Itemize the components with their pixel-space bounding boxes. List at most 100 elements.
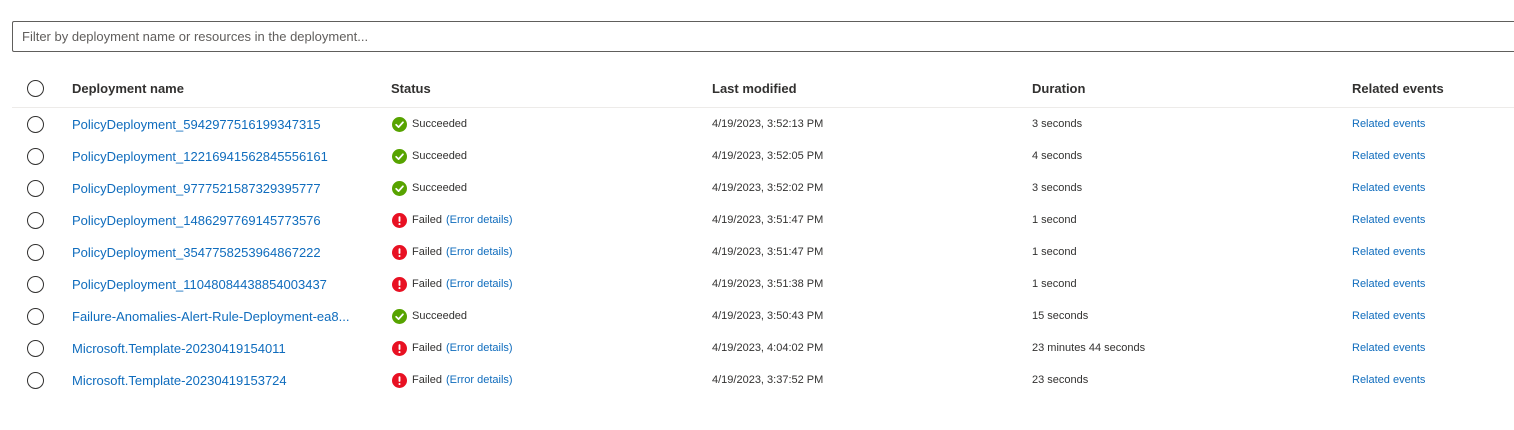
exclamation-circle-icon: [392, 372, 407, 388]
row-select-radio[interactable]: [27, 115, 44, 133]
deployment-name-link[interactable]: PolicyDeployment_9777521587329395777: [72, 181, 321, 196]
status-badge: Succeeded: [391, 180, 468, 196]
status-text: Succeeded: [412, 310, 468, 322]
table-row: Failure-Anomalies-Alert-Rule-Deployment-…: [12, 300, 1514, 332]
related-events-cell: Related events: [1352, 140, 1512, 172]
checkmark-circle-icon: [392, 308, 407, 324]
last-modified-cell: 4/19/2023, 3:37:52 PM: [712, 374, 824, 386]
column-header-deployment-name[interactable]: Deployment name: [72, 70, 372, 107]
row-select-radio[interactable]: [27, 243, 44, 261]
related-events-cell: Related events: [1352, 268, 1512, 300]
status-cell: Succeeded: [391, 108, 691, 140]
status-badge: Failed (Error details): [391, 276, 513, 292]
column-header-duration[interactable]: Duration: [1032, 70, 1332, 107]
table-row: PolicyDeployment_3547758253964867222 Fail…: [12, 236, 1514, 268]
last-modified-cell: 4/19/2023, 3:51:38 PM: [712, 278, 824, 290]
status-badge: Failed (Error details): [391, 372, 513, 388]
select-cell: [27, 300, 47, 332]
deployments-table: Deployment name Status Last modified Dur…: [12, 70, 1514, 396]
related-events-link[interactable]: Related events: [1352, 150, 1425, 162]
related-events-link[interactable]: Related events: [1352, 278, 1425, 290]
table-row: PolicyDeployment_1486297769145773576 Fail…: [12, 204, 1514, 236]
deployment-name-link[interactable]: PolicyDeployment_12216941562845556161: [72, 149, 328, 164]
row-select-radio[interactable]: [27, 307, 44, 325]
select-all-radio[interactable]: [27, 80, 44, 97]
row-select-radio[interactable]: [27, 275, 44, 293]
last-modified-cell: 4/19/2023, 3:51:47 PM: [712, 214, 824, 226]
status-badge: Failed (Error details): [391, 244, 513, 260]
column-header-status[interactable]: Status: [391, 70, 691, 107]
related-events-cell: Related events: [1352, 204, 1512, 236]
duration-cell: 1 second: [1032, 278, 1077, 290]
duration-cell: 23 minutes 44 seconds: [1032, 342, 1146, 354]
error-details-link[interactable]: (Error details): [446, 342, 513, 354]
column-header-last-modified[interactable]: Last modified: [712, 70, 1012, 107]
related-events-cell: Related events: [1352, 108, 1512, 140]
status-text: Succeeded: [412, 182, 468, 194]
deployment-name-link[interactable]: PolicyDeployment_5942977516199347315: [72, 117, 321, 132]
related-events-link[interactable]: Related events: [1352, 310, 1425, 322]
status-badge: Failed (Error details): [391, 340, 513, 356]
last-modified-cell: 4/19/2023, 3:52:13 PM: [712, 118, 824, 130]
select-cell: [27, 268, 47, 300]
select-cell: [27, 236, 47, 268]
row-select-radio[interactable]: [27, 179, 44, 197]
row-select-radio[interactable]: [27, 371, 44, 389]
table-body: PolicyDeployment_5942977516199347315 Succ…: [12, 108, 1514, 396]
related-events-link[interactable]: Related events: [1352, 182, 1425, 194]
deployment-name-link[interactable]: Failure-Anomalies-Alert-Rule-Deployment-…: [72, 309, 349, 324]
table-row: Microsoft.Template-20230419154011 Failed (…: [12, 332, 1514, 364]
select-cell: [27, 172, 47, 204]
related-events-link[interactable]: Related events: [1352, 246, 1425, 258]
status-cell: Succeeded: [391, 140, 691, 172]
error-details-link[interactable]: (Error details): [446, 246, 513, 258]
deployment-name-link[interactable]: PolicyDeployment_1486297769145773576: [72, 213, 321, 228]
row-select-radio[interactable]: [27, 211, 44, 229]
duration-cell: 15 seconds: [1032, 310, 1089, 322]
table-row: PolicyDeployment_11048084438854003437 Fai…: [12, 268, 1514, 300]
deployment-name-cell: PolicyDeployment_3547758253964867222: [72, 236, 372, 268]
duration-cell: 1 second: [1032, 246, 1077, 258]
status-badge: Succeeded: [391, 308, 468, 324]
status-cell: Failed (Error details): [391, 268, 691, 300]
duration-cell: 3 seconds: [1032, 182, 1083, 194]
table-row: PolicyDeployment_9777521587329395777 Succ…: [12, 172, 1514, 204]
last-modified-cell: 4/19/2023, 3:51:47 PM: [712, 246, 824, 258]
cut-off-top-text: [0, 0, 1514, 6]
deployment-name-cell: PolicyDeployment_11048084438854003437: [72, 268, 372, 300]
table-row: PolicyDeployment_5942977516199347315 Succ…: [12, 108, 1514, 140]
status-cell: Succeeded: [391, 172, 691, 204]
related-events-link[interactable]: Related events: [1352, 118, 1425, 130]
table-row: PolicyDeployment_12216941562845556161 Suc…: [12, 140, 1514, 172]
related-events-link[interactable]: Related events: [1352, 374, 1425, 386]
related-events-cell: Related events: [1352, 236, 1512, 268]
related-events-link[interactable]: Related events: [1352, 214, 1425, 226]
status-cell: Failed (Error details): [391, 204, 691, 236]
duration-cell: 1 second: [1032, 214, 1077, 226]
deployment-name-link[interactable]: PolicyDeployment_3547758253964867222: [72, 245, 321, 260]
column-header-related-events[interactable]: Related events: [1352, 70, 1512, 107]
deployment-name-link[interactable]: Microsoft.Template-20230419153724: [72, 373, 287, 388]
status-badge: Succeeded: [391, 116, 468, 132]
table-header-row: Deployment name Status Last modified Dur…: [12, 70, 1514, 108]
status-cell: Failed (Error details): [391, 236, 691, 268]
last-modified-cell: 4/19/2023, 3:52:02 PM: [712, 182, 824, 194]
deployment-name-cell: Microsoft.Template-20230419154011: [72, 332, 372, 364]
deployment-name-link[interactable]: PolicyDeployment_11048084438854003437: [72, 277, 327, 292]
deployment-name-link[interactable]: Microsoft.Template-20230419154011: [72, 341, 286, 356]
last-modified-cell: 4/19/2023, 3:52:05 PM: [712, 150, 824, 162]
error-details-link[interactable]: (Error details): [446, 374, 513, 386]
related-events-link[interactable]: Related events: [1352, 342, 1425, 354]
status-badge: Failed (Error details): [391, 212, 513, 228]
status-text: Succeeded: [412, 118, 468, 130]
select-all-cell: [27, 70, 47, 107]
filter-input[interactable]: [12, 21, 1514, 52]
checkmark-circle-icon: [392, 116, 407, 132]
error-details-link[interactable]: (Error details): [446, 278, 513, 290]
status-badge: Succeeded: [391, 148, 467, 164]
row-select-radio[interactable]: [27, 147, 44, 165]
deployment-name-cell: Failure-Anomalies-Alert-Rule-Deployment-…: [72, 300, 372, 332]
exclamation-circle-icon: [392, 276, 407, 292]
row-select-radio[interactable]: [27, 339, 44, 357]
error-details-link[interactable]: (Error details): [446, 214, 513, 226]
